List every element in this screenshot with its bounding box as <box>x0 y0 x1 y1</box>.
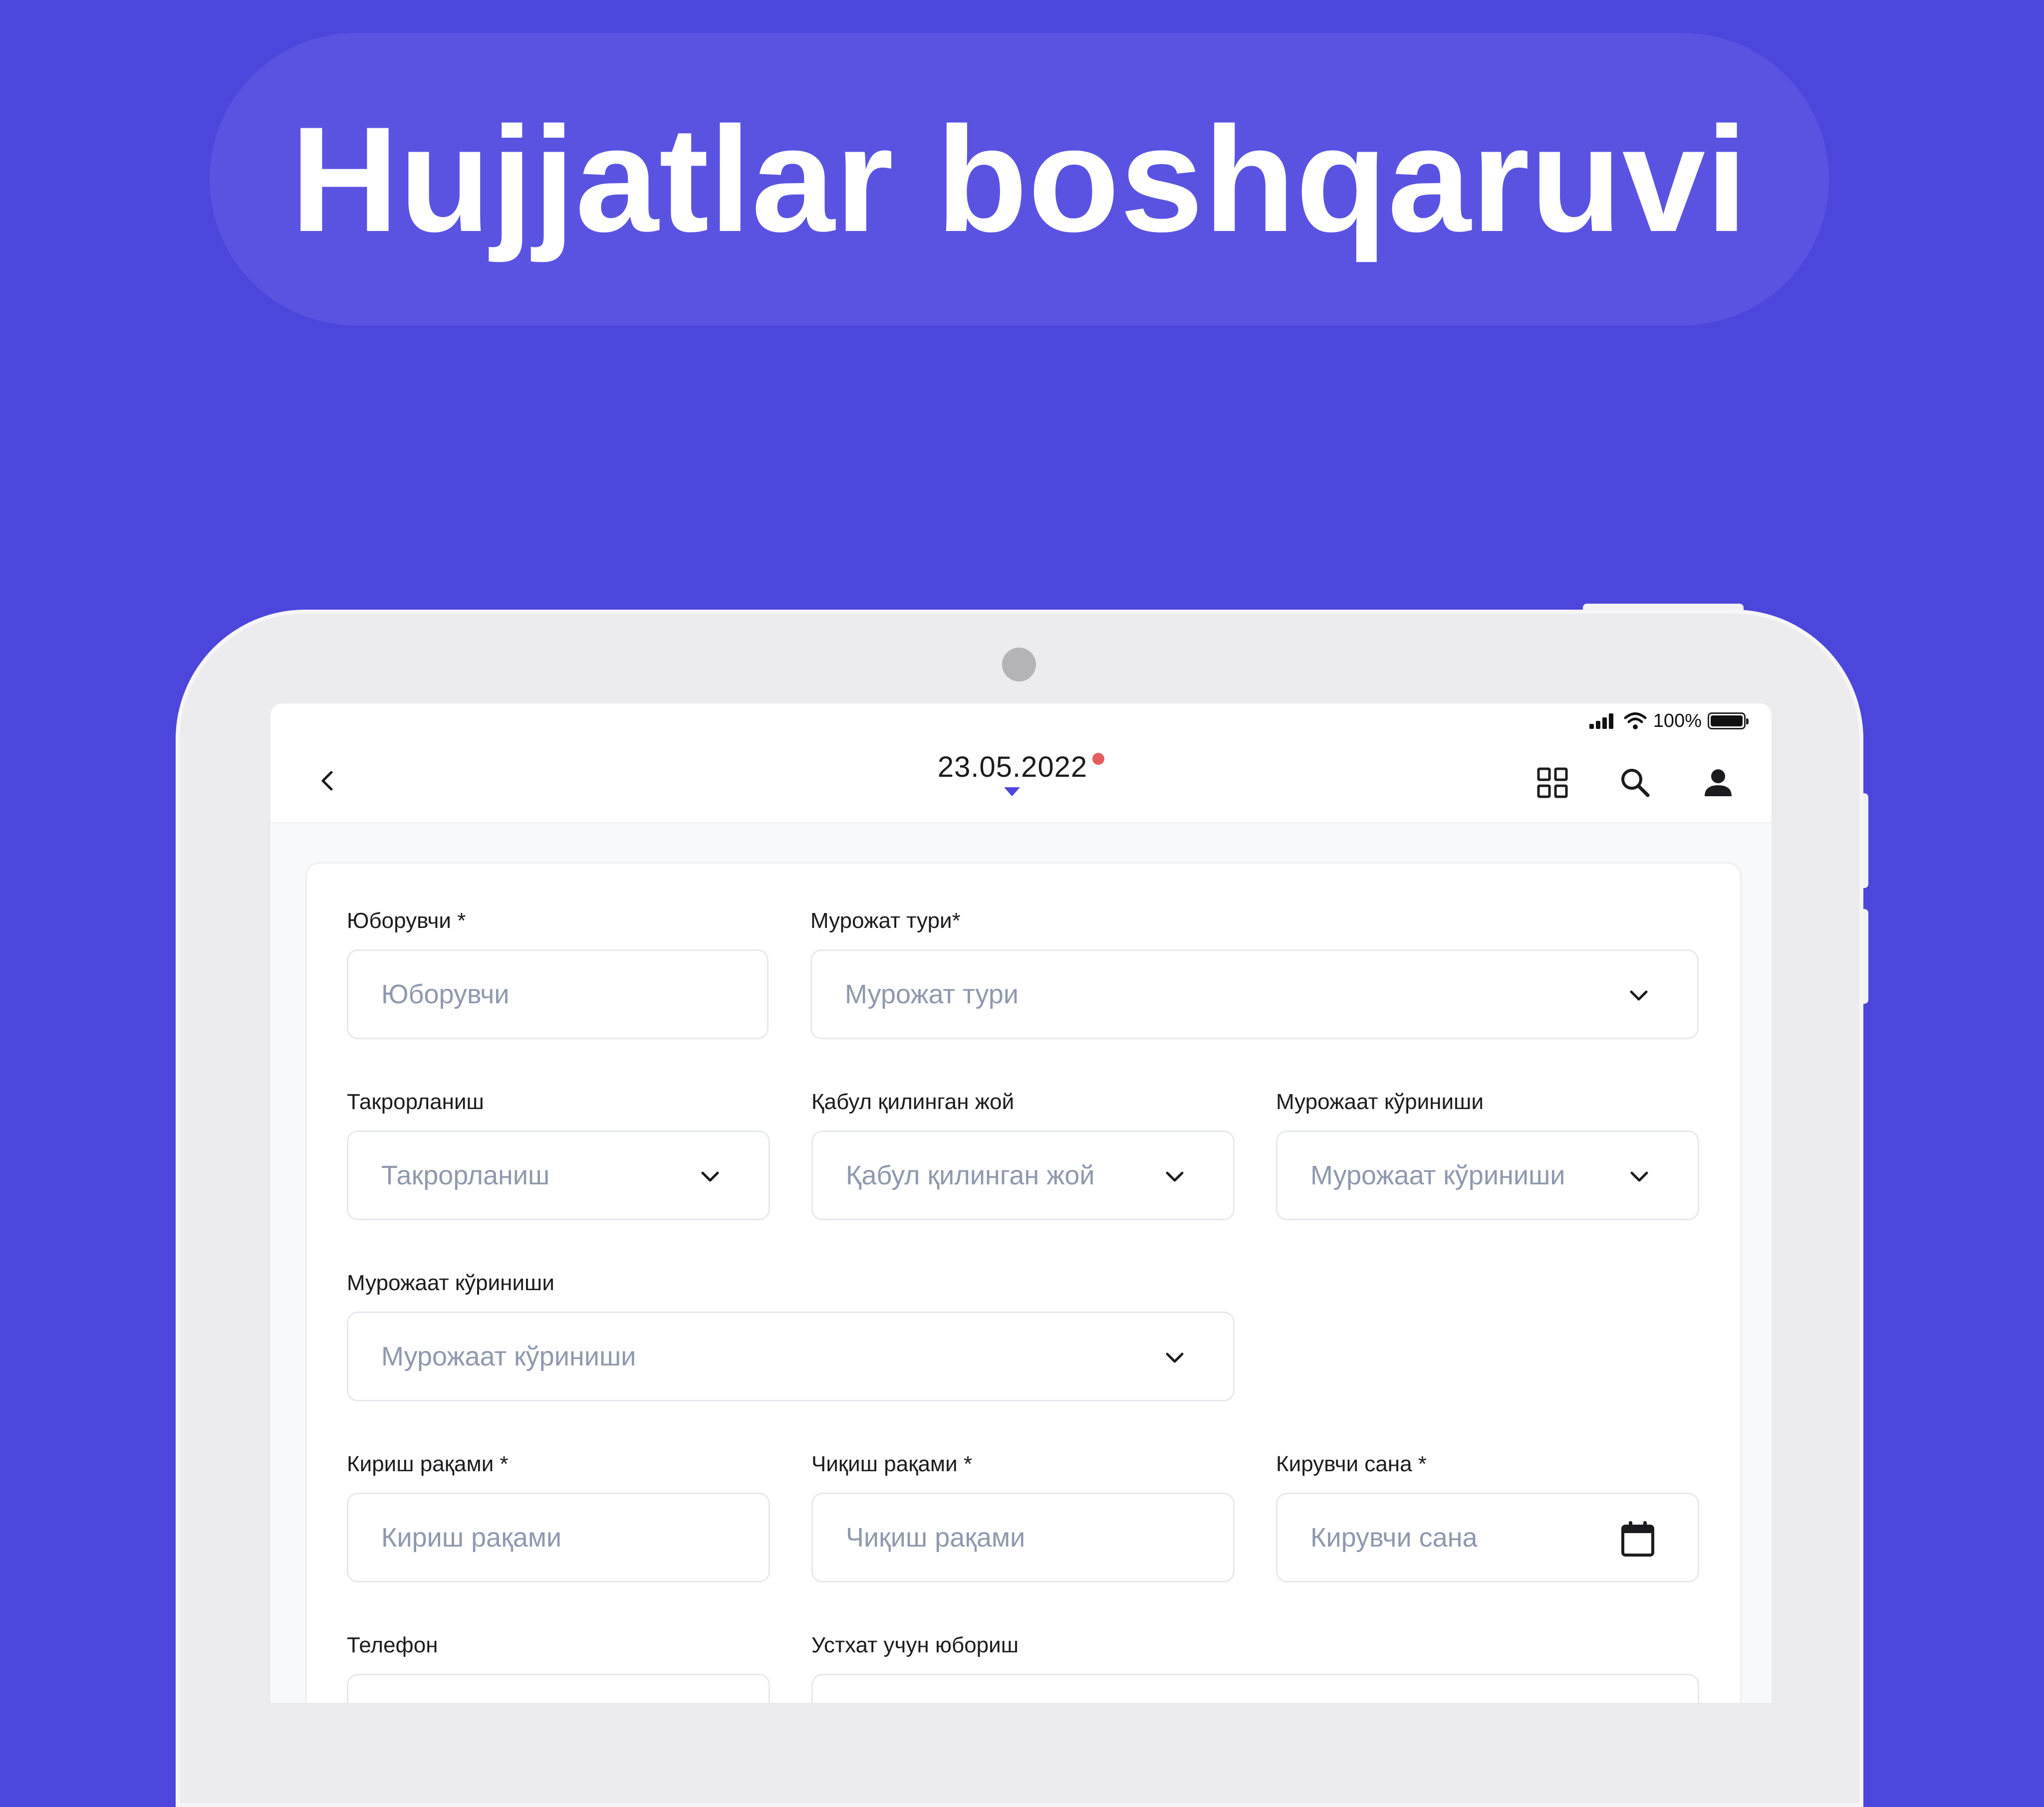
tablet-camera <box>1002 648 1036 681</box>
outgoing-number-input[interactable]: Чиқиш рақами <box>811 1493 1235 1582</box>
repeat-label: Такрорланиш <box>347 1090 484 1114</box>
received-place-placeholder: Қабул қилинган жой <box>846 1160 1095 1190</box>
request-view-label: Мурожаат кўриниши <box>1276 1090 1484 1114</box>
received-place-label: Қабул қилинган жой <box>811 1090 1015 1114</box>
incoming-date-placeholder: Кирувчи сана <box>1310 1523 1478 1553</box>
request-view-placeholder: Мурожаат кўриниши <box>1310 1160 1565 1190</box>
headline-title: Hujjatlar boshqaruvi <box>290 95 1748 263</box>
chevron-down-icon <box>1630 990 1648 1001</box>
status-bar: 100% <box>1588 708 1749 733</box>
search-icon[interactable] <box>1618 765 1653 800</box>
headline-banner: Hujjatlar boshqaruvi <box>210 33 1829 325</box>
request-type-placeholder: Мурожат тури <box>845 979 1019 1009</box>
app-toolbar: 23.05.2022 <box>270 733 1772 823</box>
incoming-number-input[interactable]: Кириш рақами <box>347 1493 770 1582</box>
form-card: Юборувчи * Юборувчи Мурожат тури* Мурожа… <box>305 862 1742 1703</box>
received-place-select[interactable]: Қабул қилинган жой <box>811 1130 1235 1220</box>
request-view-2-label: Мурожаат кўриниши <box>347 1271 554 1295</box>
repeat-placeholder: Такрорланиш <box>381 1160 550 1190</box>
wifi-icon <box>1624 712 1647 729</box>
request-view-2-select[interactable]: Мурожаат кўриниши <box>347 1312 1235 1401</box>
chevron-down-icon <box>1166 1171 1184 1182</box>
battery-percentage: 100% <box>1653 710 1702 731</box>
send-to-master-select[interactable] <box>811 1674 1699 1703</box>
request-type-select[interactable]: Мурожат тури <box>810 949 1699 1039</box>
request-view-2-placeholder: Мурожаат кўриниши <box>381 1342 636 1371</box>
request-type-label: Мурожат тури* <box>810 908 961 933</box>
outgoing-number-placeholder: Чиқиш рақами <box>846 1523 1025 1553</box>
repeat-select[interactable]: Такрорланиш <box>347 1130 770 1220</box>
incoming-date-input[interactable]: Кирувчи сана <box>1276 1493 1699 1582</box>
chevron-down-icon <box>1630 1171 1648 1182</box>
incoming-number-label: Кириш рақами * <box>347 1452 509 1476</box>
calendar-icon[interactable] <box>1618 1519 1658 1559</box>
send-to-master-label: Устхат учун юбориш <box>811 1633 1019 1657</box>
sender-input[interactable]: Юборувчи <box>347 949 768 1039</box>
sender-placeholder: Юборувчи <box>381 979 510 1009</box>
date-text: 23.05.2022 <box>937 751 1088 783</box>
app-screen: 100% 23.05.2022 Юборувчи * Юборувчи Муро… <box>270 703 1772 1703</box>
signal-icon <box>1589 713 1613 729</box>
user-icon[interactable] <box>1701 765 1736 800</box>
unread-indicator <box>1092 753 1105 765</box>
incoming-date-label: Кирувчи сана * <box>1276 1452 1427 1476</box>
content-area: Юборувчи * Юборувчи Мурожат тури* Мурожа… <box>270 823 1772 1703</box>
request-view-select[interactable]: Мурожаат кўриниши <box>1276 1130 1699 1220</box>
chevron-down-icon <box>1166 1353 1184 1363</box>
battery-icon <box>1708 712 1749 729</box>
date-dropdown-caret-icon[interactable] <box>1004 787 1020 796</box>
phone-input[interactable] <box>347 1674 770 1703</box>
sender-label: Юборувчи * <box>347 908 466 933</box>
grid-icon[interactable] <box>1535 765 1570 800</box>
chevron-down-icon <box>701 1171 719 1182</box>
incoming-number-placeholder: Кириш рақами <box>381 1523 562 1553</box>
phone-label: Телефон <box>347 1633 438 1657</box>
outgoing-number-label: Чиқиш рақами * <box>811 1452 973 1476</box>
